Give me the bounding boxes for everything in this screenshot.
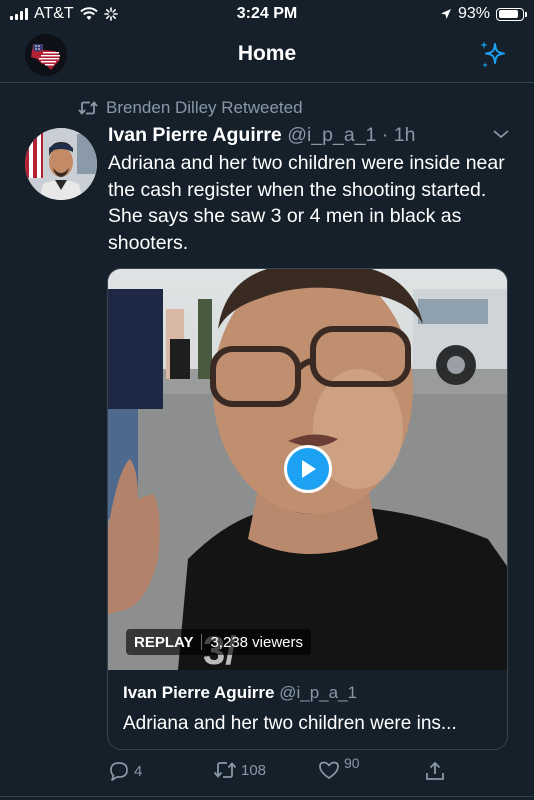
badge-divider [201,634,203,650]
author-name[interactable]: Ivan Pierre Aguirre [108,124,282,146]
chevron-down-icon[interactable] [492,128,510,140]
battery-percent: 93% [457,5,490,22]
replay-badge: REPLAY 3,238 viewers [126,629,312,655]
author-photo-icon [25,128,97,200]
like-button[interactable]: 90 [318,755,360,780]
page-title: Home [237,42,297,65]
tweet-text: Adriana and her two children were inside… [108,152,505,254]
retweet-button[interactable]: 108 [213,760,266,780]
retweet-icon [213,762,237,778]
author-meta: @i_p_a_1 · 1h [287,124,416,146]
caption-header: Ivan Pierre Aguirre @i_p_a_1 [123,683,495,703]
like-count: 90 [344,755,360,771]
top-nav: Home [0,30,534,83]
author-avatar[interactable] [25,128,97,200]
heart-icon [319,761,339,779]
share-icon [426,761,444,780]
reply-icon [110,762,128,781]
caption-author-handle: @i_p_a_1 [279,683,357,702]
reply-count: 4 [134,762,143,780]
tweet-actions: 4 108 90 [0,755,534,790]
video-player[interactable]: 3/ REPLAY 3,238 viewers [108,269,507,670]
media-card[interactable]: 3/ REPLAY 3,238 viewers Ivan Pierre Agui… [107,268,508,750]
caption-author-name: Ivan Pierre Aguirre [123,683,275,702]
broadcast-caption[interactable]: Ivan Pierre Aguirre @i_p_a_1 Adriana and… [123,683,495,735]
status-bar: AT&T 3:24 PM 93% [0,0,534,30]
tweet-header: Ivan Pierre Aguirre @i_p_a_1 · 1h [108,124,415,147]
retweet-label[interactable]: Brenden Dilley Retweeted [106,98,303,118]
play-button[interactable] [284,445,332,493]
play-icon [302,460,316,478]
viewer-count: 3,238 viewers [210,633,304,651]
bottom-divider [0,796,534,797]
status-right: 93% [440,5,527,23]
battery-icon [496,7,527,21]
location-arrow-icon [440,9,451,19]
share-button[interactable] [424,760,446,782]
reply-button[interactable]: 4 [108,760,142,782]
replay-label: REPLAY [134,633,194,651]
sparkle-icon[interactable] [476,38,510,72]
retweet-count: 108 [241,761,267,779]
retweet-context: Brenden Dilley Retweeted [78,98,303,118]
caption-text: Adriana and her two children were ins... [123,713,457,734]
retweet-icon [78,101,98,115]
